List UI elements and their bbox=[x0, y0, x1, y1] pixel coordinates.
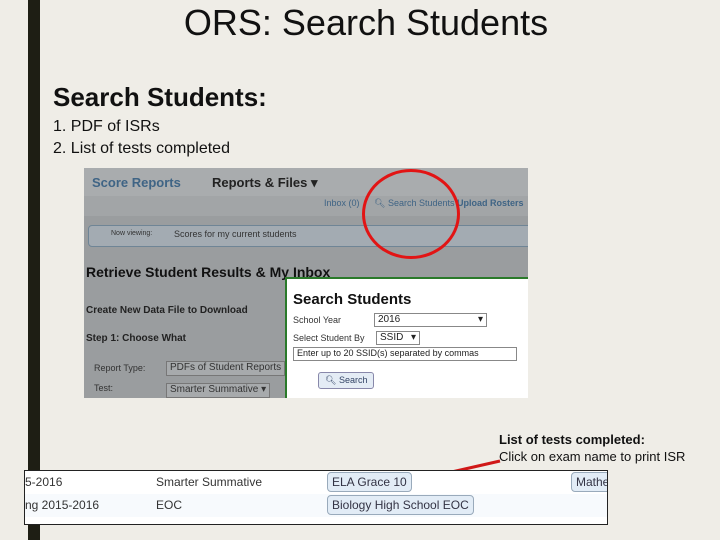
step1-heading: Step 1: Choose What bbox=[86, 333, 187, 344]
create-heading: Create New Data File to Download bbox=[86, 305, 248, 316]
list-item: 1. PDF of ISRs bbox=[53, 118, 160, 135]
tests-table: 5-2016 Smarter Summative ELA Grace 10 Ma… bbox=[24, 470, 608, 525]
annotation-title: List of tests completed: bbox=[499, 432, 645, 447]
exam-button[interactable]: Biology High School EOC bbox=[327, 495, 474, 515]
list-item: 2. List of tests completed bbox=[53, 140, 230, 157]
select-by-label: Select Student By bbox=[293, 333, 365, 343]
ssid-input[interactable]: Enter up to 20 SSID(s) separated by comm… bbox=[293, 347, 517, 361]
report-type-label: Report Type: bbox=[94, 363, 146, 373]
select-by-select[interactable]: SSID ▾ bbox=[376, 331, 420, 345]
search-students-modal: Search Students School Year 2016 ▾ Select… bbox=[285, 277, 528, 398]
exam-button[interactable]: ELA Grace 10 bbox=[327, 472, 412, 492]
annotation: List of tests completed: Click on exam n… bbox=[499, 432, 685, 464]
viewing-bar: Now viewing: Scores for my current studen… bbox=[88, 225, 528, 247]
left-accent-bar bbox=[28, 0, 40, 540]
school-year-label: School Year bbox=[293, 315, 342, 325]
nav-score-reports[interactable]: Score Reports bbox=[92, 175, 181, 190]
modal-title: Search Students bbox=[293, 291, 412, 308]
slide-title: ORS: Search Students bbox=[183, 2, 549, 43]
test-label: Test: bbox=[94, 383, 114, 393]
nav-upload-rosters[interactable]: Upload Rosters bbox=[457, 198, 524, 208]
school-year-select[interactable]: 2016 ▾ bbox=[374, 313, 487, 327]
highlight-circle bbox=[362, 169, 460, 259]
test-select[interactable]: Smarter Summative ▾ bbox=[166, 383, 271, 398]
annotation-text: Click on exam name to print ISR bbox=[499, 449, 686, 464]
table-row: ng 2015-2016 EOC Biology High School EOC bbox=[25, 494, 607, 517]
report-type-select[interactable]: PDFs of Student Reports bbox=[166, 361, 286, 376]
search-icon: 🔍︎ bbox=[325, 375, 337, 385]
section-heading: Search Students: bbox=[53, 82, 267, 112]
table-row: 5-2016 Smarter Summative ELA Grace 10 Ma… bbox=[25, 471, 607, 495]
exam-button[interactable]: Mathe bbox=[571, 472, 607, 492]
nav-inbox[interactable]: Inbox (0) bbox=[324, 198, 360, 208]
search-button[interactable]: 🔍︎ Search bbox=[318, 372, 375, 389]
nav-reports-files[interactable]: Reports & Files ▾ bbox=[212, 175, 318, 191]
